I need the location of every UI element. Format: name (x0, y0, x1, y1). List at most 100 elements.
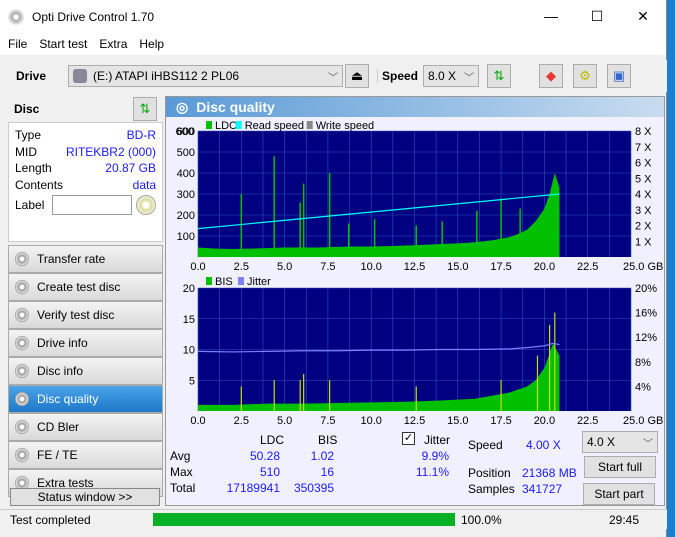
legend-swatch (306, 121, 313, 129)
y2-tick-label: 5 X (635, 173, 652, 185)
label-input[interactable] (52, 195, 132, 215)
test-speed-value: 4.0 X (587, 435, 616, 449)
x-tick-label: 22.5 (577, 261, 598, 273)
nav-label: Transfer rate (37, 252, 106, 266)
value: 20.87 GB (105, 161, 156, 176)
nav-item-transfer-rate[interactable]: Transfer rate (8, 245, 163, 273)
stat-jitter: 9.9% (421, 449, 449, 463)
disc-icon (15, 392, 29, 406)
disc-icon (15, 364, 29, 378)
y-tick-label: 5 (189, 375, 195, 387)
save-button[interactable]: ▣ (607, 64, 631, 88)
nav-label: FE / TE (37, 448, 78, 462)
maximize-button[interactable]: ☐ (574, 8, 620, 25)
x-tick-label: 17.5 (490, 261, 511, 273)
x-tick-label: 22.5 (577, 415, 598, 427)
nav-item-cd-bler[interactable]: CD Bler (8, 413, 163, 441)
stat-ldc: 17189941 (226, 481, 280, 495)
drive-select[interactable]: (E:) ATAPI iHBS112 2 PL06 ﹀ (68, 65, 343, 87)
refresh-button[interactable]: ⇅ (487, 64, 511, 88)
disc-icon (15, 336, 29, 350)
y-tick-label: 500 (177, 147, 195, 159)
app-window: Opti Drive Control 1.70 — ☐ ✕ File Start… (0, 0, 667, 537)
menu-help[interactable]: Help (139, 37, 164, 51)
legend-label: Jitter (247, 276, 271, 288)
y2-tick-label: 2 X (635, 221, 652, 233)
y-tick-label: 400 (177, 168, 195, 180)
start-full-button[interactable]: Start full (584, 456, 656, 478)
y2-tick-label: 6 X (635, 158, 652, 170)
erase-button[interactable]: ◆ (539, 64, 563, 88)
settings-button[interactable]: ⚙ (573, 64, 597, 88)
nav-item-disc-quality[interactable]: Disc quality (8, 385, 163, 413)
gears-icon: ⚙ (579, 68, 591, 83)
x-tick-label: 5.0 (277, 415, 292, 427)
nav-item-drive-info[interactable]: Drive info (8, 329, 163, 357)
x-tick-label: 20.0 (534, 415, 555, 427)
minimize-button[interactable]: — (528, 8, 574, 25)
stat-bis: 16 (320, 465, 334, 479)
window-title: Opti Drive Control 1.70 (32, 9, 155, 24)
x-tick-label: 5.0 (277, 261, 292, 273)
stat-ldc: 510 (259, 465, 280, 479)
close-button[interactable]: ✕ (620, 8, 666, 25)
y2-tick-label: 1 X (635, 236, 652, 248)
nav-label: Drive info (37, 336, 88, 350)
test-speed-select[interactable]: 4.0 X ﹀ (582, 431, 658, 453)
jitter-label: Jitter (424, 433, 451, 447)
menu-start-test[interactable]: Start test (39, 37, 87, 51)
nav-item-disc-info[interactable]: Disc info (8, 357, 163, 385)
x-tick-label: 7.5 (320, 415, 335, 427)
disc-info: Type BD-R MID RITEKBR2 (000) Length 20.87 G… (8, 122, 163, 242)
samples-value: 341727 (522, 482, 563, 496)
disc-label-icon[interactable] (136, 195, 156, 215)
disc-header-label: Disc (14, 102, 40, 116)
stat-bis: 1.02 (310, 449, 334, 463)
status-window-button[interactable]: Status window >> (10, 488, 160, 506)
x-tick-label: 2.5 (234, 415, 249, 427)
disc-length-row: Length 20.87 GB (15, 160, 156, 177)
speed-select[interactable]: 8.0 X ﹀ (423, 65, 479, 87)
nav-label: CD Bler (37, 420, 80, 434)
drive-icon (73, 69, 87, 83)
y-tick-label: 100 (177, 231, 195, 243)
legend-swatch (238, 277, 244, 285)
disc-refresh-button[interactable]: ⇅ (133, 97, 157, 121)
disc-icon: ◎ (176, 98, 189, 115)
stat-row-label: Max (170, 465, 193, 479)
nav-item-create-test-disc[interactable]: Create test disc (8, 273, 163, 301)
x-tick-label: 15.0 (447, 415, 468, 427)
status-bar: Test completed 100.0% 29:45 (0, 509, 667, 529)
y-tick-label: 300 (177, 189, 195, 201)
jitter-checkbox[interactable]: ✓ (402, 432, 415, 445)
stat-row-label: Total (170, 481, 196, 495)
nav-label: Create test disc (37, 280, 121, 294)
x-tick-label: 17.5 (490, 415, 511, 427)
nav-list: Transfer rate Create test disc Verify test… (8, 245, 163, 497)
y-tick-label: 10 (183, 345, 195, 357)
nav-item-fe-te[interactable]: FE / TE (8, 441, 163, 469)
speed-value: 8.0 X (428, 69, 457, 83)
legend-swatch (206, 121, 212, 129)
disc-icon (15, 280, 29, 294)
menu-file[interactable]: File (8, 37, 27, 51)
x-tick-label: 20.0 (534, 261, 555, 273)
disc-quality-panel: ◎ Disc quality 0.0 2.5 5.0 7.5 10.0 12.5 15.0 17… (165, 96, 665, 506)
y2-tick-label: 4 X (635, 189, 652, 201)
legend-swatch (206, 277, 212, 285)
y-tick-label: 15 (183, 314, 195, 326)
x-tick-label: 7.5 (320, 261, 335, 273)
stat-bis: 350395 (293, 481, 334, 495)
y-tick-label: 200 (177, 210, 195, 222)
start-part-button[interactable]: Start part (583, 483, 655, 505)
eject-button[interactable]: ⏏ (345, 64, 369, 88)
value: data (132, 177, 156, 192)
col-bis: BIS (318, 433, 338, 447)
charts: 0.0 2.5 5.0 7.5 10.0 12.5 15.0 17.5 20.0 22.5 25.0… (176, 120, 664, 427)
menu-extra[interactable]: Extra (99, 37, 127, 51)
nav-item-verify-test-disc[interactable]: Verify test disc (8, 301, 163, 329)
x-tick-label: 0.0 (190, 261, 205, 273)
drive-label: Drive (16, 69, 47, 83)
refresh-arrows-icon: ⇅ (493, 68, 505, 83)
value: RITEKBR2 (000) (65, 144, 156, 159)
